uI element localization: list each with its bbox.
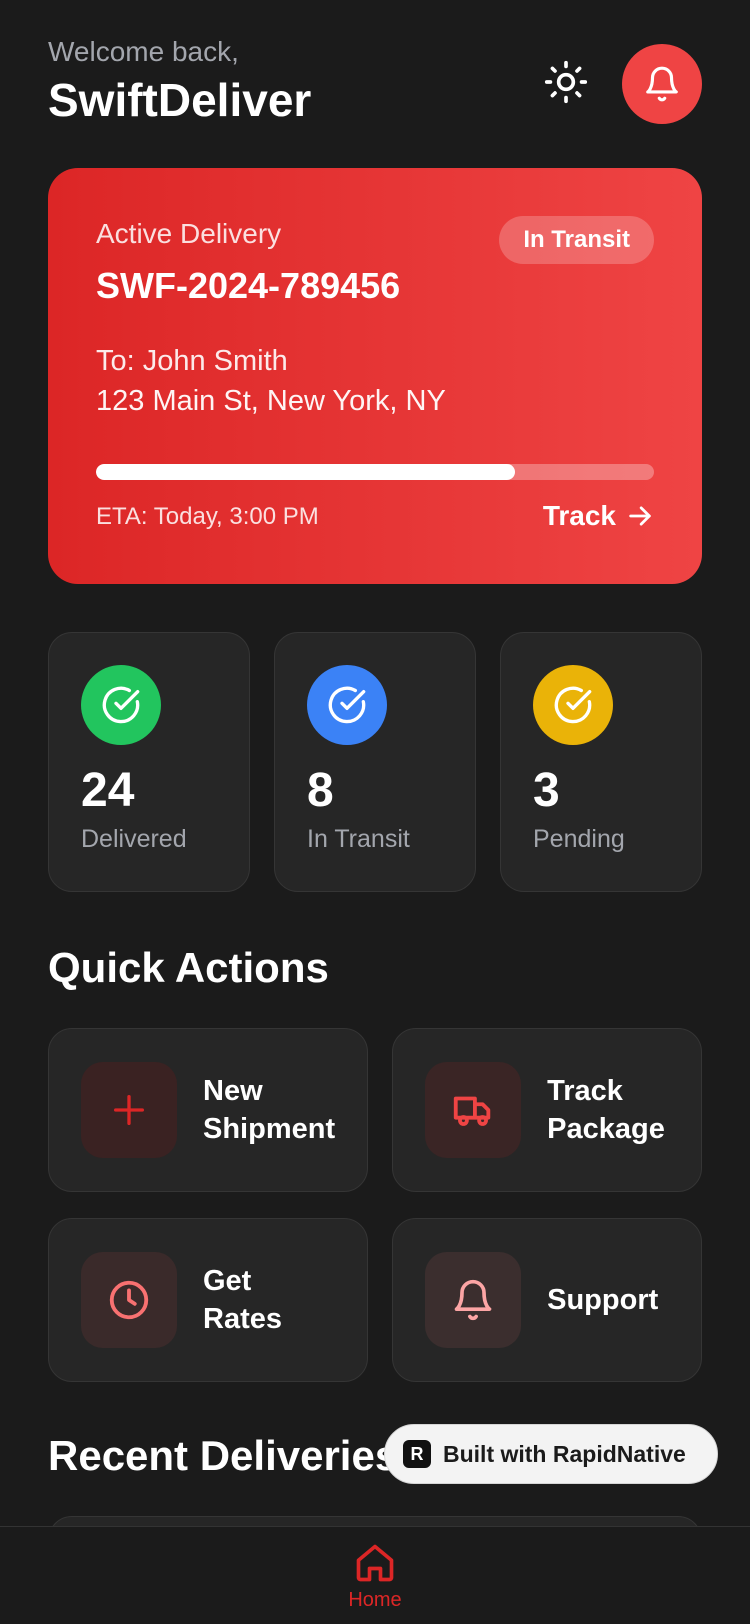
stats-row: 24 Delivered 8 In Transit 3 Pending (48, 632, 702, 892)
quick-actions-title: Quick Actions (48, 944, 329, 991)
check-circle-icon (533, 665, 613, 745)
stat-card-pending[interactable]: 3 Pending (500, 632, 702, 892)
home-icon (356, 1544, 394, 1582)
stat-label: In Transit (307, 825, 410, 853)
recent-deliveries-title: Recent Deliveries (48, 1432, 399, 1479)
quick-action-label: New Shipment (203, 1075, 336, 1145)
welcome-text: Welcome back, (48, 36, 239, 67)
recipient-name: To: John Smith (96, 345, 288, 377)
eta-text: ETA: Today, 3:00 PM (96, 503, 319, 530)
quick-action-label: Get Rates (203, 1265, 282, 1335)
notifications-button[interactable] (622, 44, 702, 124)
recipient-address: 123 Main St, New York, NY (96, 385, 446, 417)
quick-actions-grid: New Shipment Track Package Get Rates Sup… (48, 1028, 702, 1382)
tracking-id: SWF-2024-789456 (96, 265, 401, 306)
stat-value: 24 (81, 764, 135, 817)
arrow-right-icon (629, 506, 651, 526)
track-package-button[interactable]: Track Package (392, 1028, 702, 1192)
sun-icon (544, 60, 588, 104)
bell-icon (425, 1252, 522, 1348)
quick-action-label: Track Package (547, 1075, 665, 1145)
header: Welcome back, SwiftDeliver (48, 34, 702, 134)
theme-toggle-button[interactable] (542, 58, 590, 106)
status-badge: In Transit (499, 216, 654, 264)
bottom-nav: Home (0, 1526, 750, 1624)
app-title: SwiftDeliver (48, 74, 312, 126)
rapidnative-logo: R (403, 1440, 431, 1468)
new-shipment-button[interactable]: New Shipment (48, 1028, 369, 1192)
stat-card-in-transit[interactable]: 8 In Transit (274, 632, 476, 892)
get-rates-button[interactable]: Get Rates (48, 1218, 369, 1382)
nav-home-tab[interactable]: Home (345, 1541, 405, 1624)
clock-icon (81, 1252, 177, 1348)
built-with-badge[interactable]: R Built with RapidNative (384, 1424, 718, 1484)
track-button[interactable]: Track (543, 498, 654, 534)
delivery-progress-bar (96, 464, 654, 480)
stat-label: Pending (533, 825, 625, 853)
check-circle-icon (81, 665, 161, 745)
bell-icon (646, 66, 678, 102)
quick-action-label: Support (547, 1284, 659, 1316)
active-delivery-card[interactable]: Active Delivery In Transit SWF-2024-7894… (48, 168, 702, 584)
support-button[interactable]: Support (392, 1218, 702, 1382)
stat-value: 8 (307, 764, 334, 817)
track-label: Track (542, 500, 616, 531)
plus-icon (81, 1062, 177, 1158)
check-circle-icon (307, 665, 387, 745)
delivery-progress-fill (96, 464, 515, 480)
stat-label: Delivered (81, 825, 187, 853)
nav-home-label: Home (348, 1589, 402, 1611)
stat-value: 3 (533, 764, 560, 817)
truck-icon (425, 1062, 522, 1158)
built-with-text: Built with RapidNative (443, 1440, 686, 1467)
stat-card-delivered[interactable]: 24 Delivered (48, 632, 250, 892)
